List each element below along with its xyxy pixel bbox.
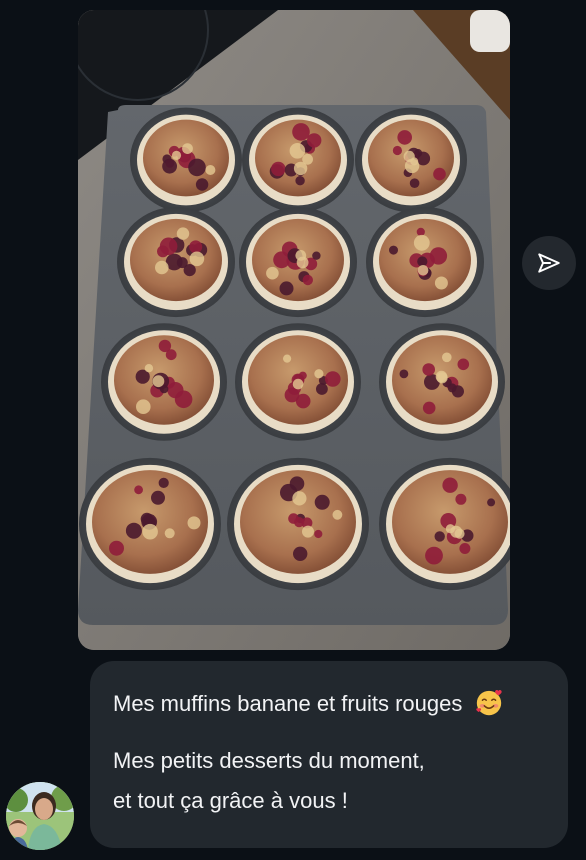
muffin [366, 206, 484, 318]
chat-screen: Mes muffins banane et fruits rouges Mes … [0, 0, 586, 860]
muffin [117, 206, 235, 318]
message-bubble[interactable]: Mes muffins banane et fruits rouges Mes … [90, 661, 568, 848]
muffin [242, 107, 354, 213]
share-button[interactable] [522, 236, 576, 290]
muffin-tray-photo [78, 10, 510, 650]
muffin [355, 107, 467, 213]
muffin [227, 457, 369, 591]
muffin [235, 323, 361, 441]
message-line-text: Mes petits desserts du moment, [113, 748, 425, 773]
message-line: Mes muffins banane et fruits rouges [113, 684, 544, 724]
avatar-photo [6, 782, 74, 850]
message-line-text: Mes muffins banane et fruits rouges [113, 691, 463, 716]
muffin [239, 206, 357, 318]
muffin [379, 323, 505, 441]
smiling-face-with-hearts-icon [476, 690, 503, 716]
shared-photo[interactable] [78, 10, 510, 650]
cup [470, 10, 510, 52]
send-icon [538, 253, 560, 273]
muffin [79, 457, 221, 591]
avatar[interactable] [6, 782, 74, 850]
muffin [101, 323, 227, 441]
muffin [130, 107, 242, 213]
message-line-text: et tout ça grâce à vous ! [113, 788, 348, 813]
